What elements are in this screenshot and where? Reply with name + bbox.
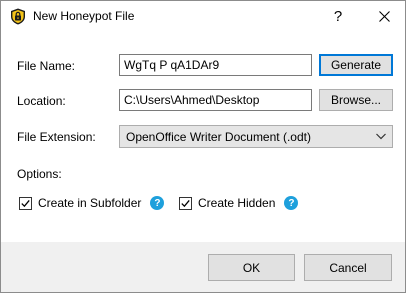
create-in-subfolder-option: Create in Subfolder ?	[19, 195, 165, 211]
help-glyph: ?	[288, 197, 295, 209]
window-title: New Honeypot File	[33, 9, 135, 23]
help-button[interactable]: ?	[319, 1, 357, 32]
new-honeypot-file-dialog: New Honeypot File ? File Name: Generate …	[0, 0, 406, 293]
file-name-input[interactable]	[119, 54, 312, 76]
hidden-help-icon[interactable]: ?	[284, 196, 299, 210]
create-in-subfolder-checkbox[interactable]	[19, 196, 32, 210]
generate-button[interactable]: Generate	[319, 54, 393, 76]
cancel-button-label: Cancel	[329, 260, 367, 275]
ok-button[interactable]: OK	[208, 254, 295, 281]
location-label: Location:	[17, 94, 66, 108]
help-glyph: ?	[333, 8, 343, 25]
checkmark-icon	[21, 199, 30, 207]
location-input[interactable]	[119, 89, 312, 111]
cancel-button[interactable]: Cancel	[304, 254, 392, 281]
create-hidden-option: Create Hidden ?	[179, 195, 299, 211]
browse-button[interactable]: Browse...	[319, 89, 393, 111]
create-in-subfolder-label[interactable]: Create in Subfolder	[38, 196, 141, 210]
file-extension-label: File Extension:	[17, 130, 96, 144]
title-bar[interactable]: New Honeypot File ?	[1, 1, 405, 32]
file-name-label: File Name:	[17, 59, 76, 73]
help-glyph: ?	[154, 197, 161, 209]
close-icon	[378, 11, 390, 22]
file-extension-select[interactable]: OpenOffice Writer Document (.odt)	[119, 125, 393, 148]
chevron-down-icon	[376, 133, 386, 140]
create-hidden-label[interactable]: Create Hidden	[198, 196, 275, 210]
dialog-footer: OK Cancel	[1, 242, 405, 292]
browse-button-label: Browse...	[330, 93, 381, 107]
close-button[interactable]	[365, 1, 403, 32]
subfolder-help-icon[interactable]: ?	[150, 196, 165, 210]
file-extension-value: OpenOffice Writer Document (.odt)	[126, 130, 311, 144]
ok-button-label: OK	[242, 260, 261, 275]
create-hidden-checkbox[interactable]	[179, 196, 192, 210]
options-label: Options:	[17, 167, 62, 181]
generate-button-label: Generate	[330, 58, 382, 72]
honeypot-lock-icon	[10, 8, 26, 25]
checkmark-icon	[181, 199, 190, 207]
